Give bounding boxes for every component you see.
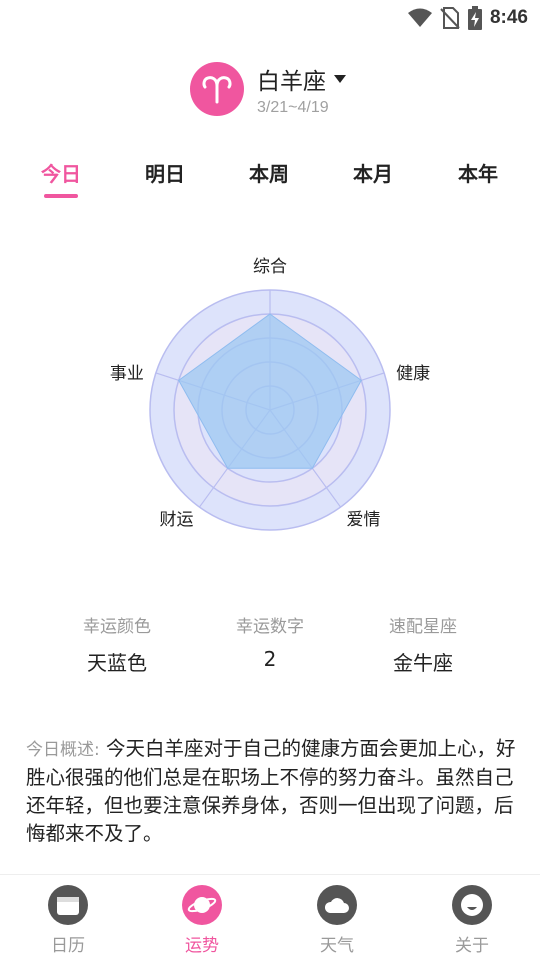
- summary-label: 今日概述:: [26, 740, 100, 760]
- nav-about-label: 关于: [455, 936, 489, 956]
- radar-point: [227, 467, 229, 469]
- nav-weather-label: 天气: [320, 936, 354, 956]
- lucky-color-title: 幸运颜色: [83, 617, 151, 637]
- chevron-down-icon: [334, 74, 346, 83]
- radar-axis-label: 事业: [110, 364, 144, 384]
- period-tabs: 今日 明日 本周 本月 本年: [0, 158, 540, 202]
- planet-icon: [182, 885, 222, 925]
- fortune-radar-chart: 综合健康爱情 财运 事业: [110, 257, 430, 531]
- calendar-icon: [48, 885, 88, 925]
- sign-selector[interactable]: 白羊座 3/21~4/19: [190, 60, 346, 118]
- radar-axis-label: 综合: [253, 257, 287, 277]
- tab-today[interactable]: 今日: [26, 158, 96, 187]
- status-icons: 8:46: [407, 6, 528, 30]
- nav-fortune[interactable]: 运势: [162, 885, 242, 956]
- sign-dates: 3/21~4/19: [257, 98, 329, 116]
- tab-tomorrow[interactable]: 明日: [130, 158, 200, 187]
- cloud-icon: [317, 885, 357, 925]
- bottom-nav: 日历 运势 天气 关于: [0, 874, 540, 960]
- radar-point: [269, 313, 271, 315]
- lucky-number: 幸运数字 2: [205, 612, 335, 671]
- lucky-number-value: 2: [263, 647, 277, 671]
- tab-year[interactable]: 本年: [443, 158, 513, 187]
- lucky-info: 幸运颜色 天蓝色 幸运数字 2 速配星座 金牛座: [0, 612, 540, 682]
- no-sim-icon: [440, 7, 460, 29]
- lucky-match: 速配星座 金牛座: [358, 612, 488, 676]
- status-bar: 8:46: [0, 0, 540, 36]
- wifi-icon: [407, 8, 432, 27]
- tab-week[interactable]: 本周: [234, 158, 304, 187]
- tab-active-indicator: [44, 194, 78, 198]
- lucky-color-value: 天蓝色: [87, 651, 147, 675]
- radar-point: [311, 467, 313, 469]
- status-time: 8:46: [489, 7, 528, 28]
- sign-name: 白羊座: [257, 68, 326, 95]
- nav-calendar-label: 日历: [51, 936, 85, 956]
- nav-calendar[interactable]: 日历: [28, 885, 108, 956]
- nav-weather[interactable]: 天气: [297, 885, 377, 956]
- lucky-match-title: 速配星座: [389, 617, 457, 637]
- nav-about[interactable]: 关于: [432, 885, 512, 956]
- radar-axis-label: 健康: [396, 364, 430, 384]
- daily-summary: 今日概述: 今天白羊座对于自己的健康方面会更加上心，好胜心很强的他们总是在职场上…: [26, 735, 516, 848]
- lucky-number-title: 幸运数字: [236, 617, 304, 637]
- lucky-match-value: 金牛座: [393, 651, 453, 675]
- nav-fortune-label: 运势: [185, 936, 219, 956]
- face-icon: [452, 885, 492, 925]
- aries-icon: [190, 62, 244, 116]
- radar-axis-label: 财运: [159, 510, 193, 530]
- battery-charging-icon: [467, 6, 482, 30]
- summary-text: 今天白羊座对于自己的健康方面会更加上心，好胜心很强的他们总是在职场上不停的努力奋…: [26, 737, 516, 845]
- lucky-color: 幸运颜色 天蓝色: [52, 612, 182, 676]
- radar-point: [360, 379, 362, 381]
- tab-month[interactable]: 本月: [338, 158, 408, 187]
- radar-point: [178, 379, 180, 381]
- radar-axis-label: 爱情: [347, 510, 381, 530]
